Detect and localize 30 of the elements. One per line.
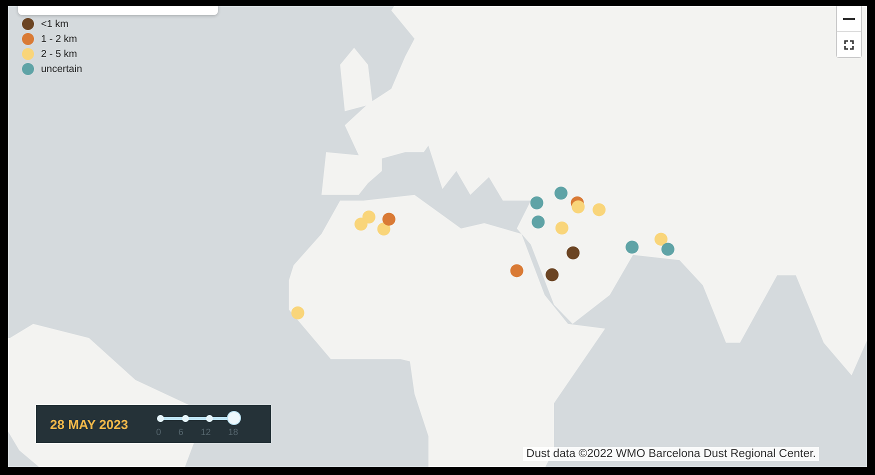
- date-label: 28 MAY 2023: [50, 416, 128, 432]
- legend-label: 2 - 5 km: [41, 48, 78, 60]
- slider-stop[interactable]: [182, 415, 189, 422]
- dust-marker[interactable]: [530, 196, 544, 210]
- dust-marker[interactable]: [654, 232, 668, 246]
- dust-marker[interactable]: [626, 240, 639, 254]
- dust-marker[interactable]: [661, 242, 674, 256]
- dust-marker[interactable]: [532, 216, 545, 228]
- dust-marker[interactable]: [566, 246, 580, 260]
- fullscreen-button[interactable]: [837, 31, 861, 57]
- dust-marker[interactable]: [382, 212, 396, 226]
- dust-marker[interactable]: [510, 264, 524, 278]
- legend-label: uncertain: [41, 64, 82, 74]
- dust-marker[interactable]: [362, 210, 376, 224]
- dust-marker[interactable]: [555, 222, 568, 234]
- legend-label: 1 - 2 km: [41, 34, 78, 44]
- dust-marker[interactable]: [546, 268, 559, 282]
- dust-marker[interactable]: [377, 222, 390, 236]
- slider-stop[interactable]: [157, 415, 164, 422]
- slider-stop[interactable]: [206, 415, 214, 422]
- legend-label: <1 km: [41, 18, 69, 30]
- fullscreen-icon: [844, 40, 854, 50]
- dust-marker[interactable]: [354, 218, 368, 231]
- dust-marker[interactable]: [291, 306, 304, 320]
- attribution-text: Dust data ©2022 WMO Barcelona Dust Regional Center.: [523, 447, 819, 461]
- dust-marker[interactable]: [572, 200, 585, 214]
- slider-thumb[interactable]: [228, 412, 240, 424]
- dust-marker[interactable]: [592, 203, 606, 216]
- minus-icon: [843, 18, 855, 20]
- dust-marker[interactable]: [554, 186, 568, 200]
